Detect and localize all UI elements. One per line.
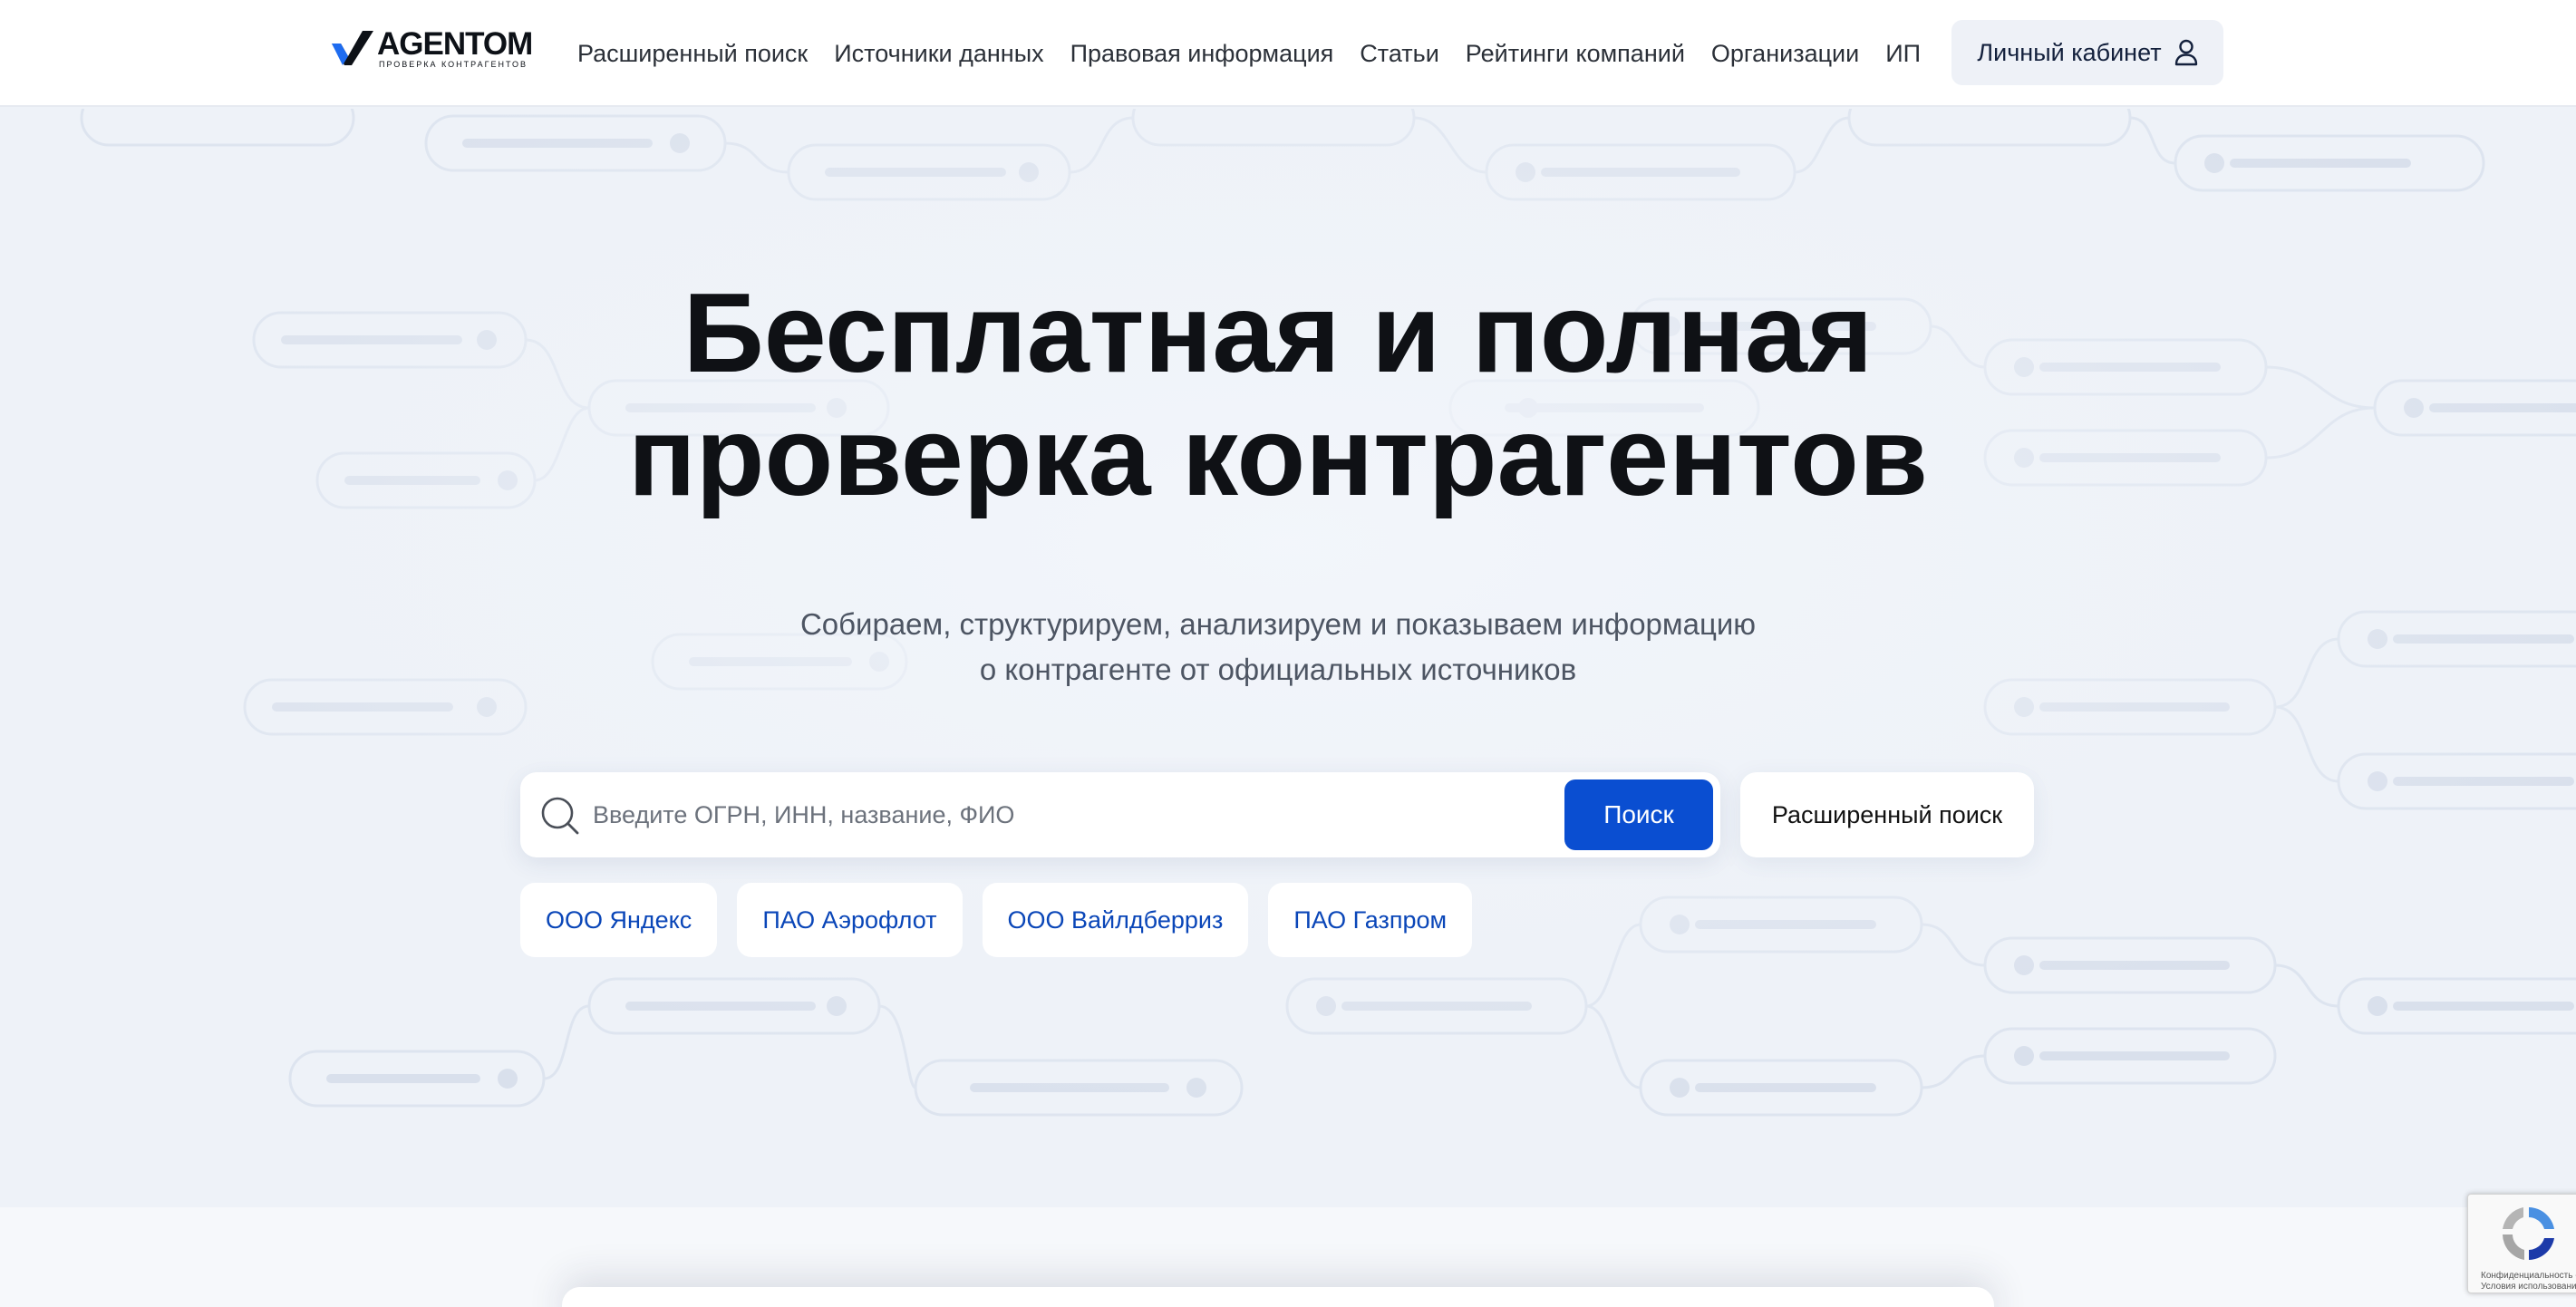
hero-subtitle: Собираем, структурируем, анализируем и п… [0, 602, 2556, 692]
suggestion-chip[interactable]: ООО Вайлдберриз [982, 883, 1249, 957]
recaptcha-privacy-link[interactable]: Конфиденциальность - [2481, 1271, 2576, 1282]
suggestion-chip[interactable]: ООО Яндекс [520, 883, 718, 957]
suggestion-chip[interactable]: ПАО Аэрофлот [737, 883, 963, 957]
site-logo[interactable]: AGENTOM ПРОВЕРКА КОНТРАГЕНТОВ [330, 26, 535, 71]
user-icon [2174, 39, 2197, 66]
advanced-search-button[interactable]: Расширенный поиск [1740, 772, 2034, 857]
nav-item-data-sources[interactable]: Источники данных [834, 36, 1043, 71]
logo-tagline: ПРОВЕРКА КОНТРАГЕНТОВ [379, 60, 528, 69]
search-button[interactable]: Поиск [1564, 779, 1713, 850]
nav-item-advanced-search[interactable]: Расширенный поиск [577, 36, 808, 71]
personal-cabinet-label: Личный кабинет [1977, 38, 2162, 66]
hero-subtitle-line-2: о контрагенте от официальных источников [979, 653, 1577, 686]
hero-title-line-2: проверка контрагентов [627, 394, 1929, 519]
search-icon [541, 797, 579, 835]
recaptcha-links: Конфиденциальность - Условия использован… [2481, 1271, 2576, 1292]
suggestion-chips: ООО Яндекс ПАО Аэрофлот ООО Вайлдберриз … [520, 883, 1473, 957]
recaptcha-terms-link[interactable]: Условия использования [2481, 1282, 2576, 1292]
search-bar: Поиск [520, 772, 1720, 857]
hero-title-line-1: Бесплатная и полная [683, 271, 1874, 396]
nav-item-organizations[interactable]: Организации [1711, 36, 1859, 71]
nav-item-articles[interactable]: Статьи [1360, 36, 1439, 71]
lower-section-card [562, 1287, 1994, 1307]
nav-item-entrepreneurs[interactable]: ИП [1885, 36, 1921, 71]
search-input[interactable] [593, 789, 1409, 841]
site-header: AGENTOM ПРОВЕРКА КОНТРАГЕНТОВ Расширенны… [0, 0, 2576, 107]
nav-item-legal-info[interactable]: Правовая информация [1070, 36, 1334, 71]
recaptcha-badge[interactable]: Конфиденциальность - Условия использован… [2467, 1194, 2576, 1293]
main-nav: Расширенный поиск Источники данных Право… [577, 36, 1947, 71]
recaptcha-icon [2503, 1207, 2554, 1260]
logo-check-icon [332, 31, 373, 65]
hero-title: Бесплатная и полная проверка контрагенто… [0, 272, 2556, 518]
personal-cabinet-button[interactable]: Личный кабинет [1951, 20, 2223, 85]
hero-subtitle-line-1: Собираем, структурируем, анализируем и п… [799, 607, 1757, 641]
nav-item-company-ratings[interactable]: Рейтинги компаний [1466, 36, 1685, 71]
logo-wordmark: AGENTOM [377, 26, 533, 62]
suggestion-chip[interactable]: ПАО Газпром [1268, 883, 1473, 957]
